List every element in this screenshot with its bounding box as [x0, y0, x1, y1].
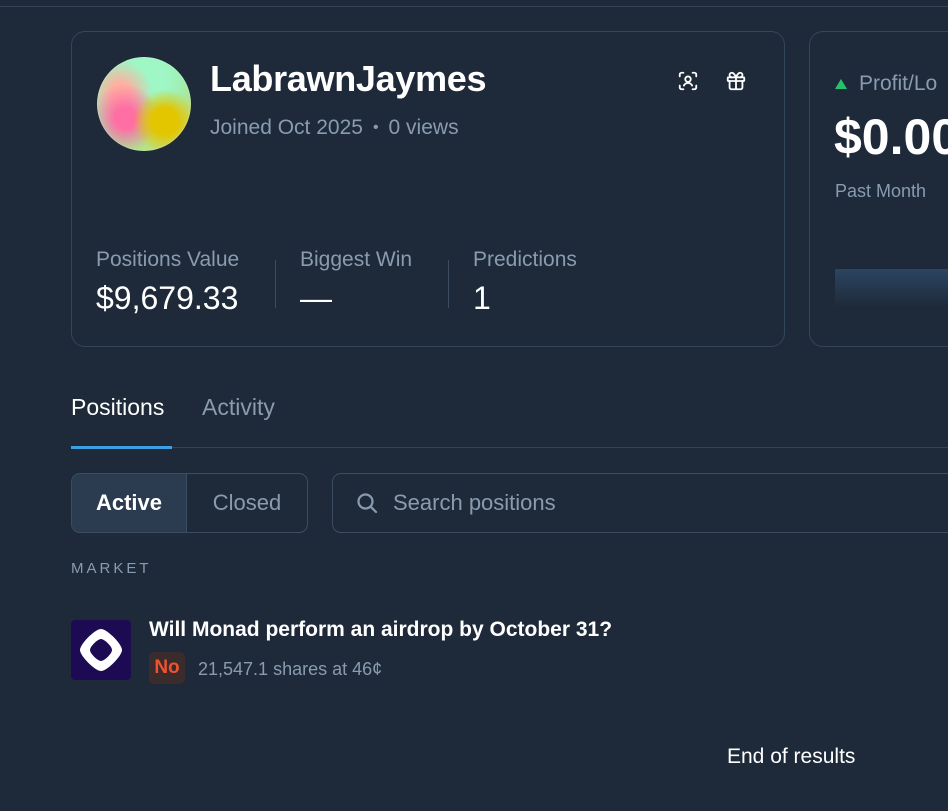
- stat-predictions: Predictions 1: [473, 248, 577, 317]
- pnl-chart-area: [835, 269, 948, 307]
- scan-user-icon[interactable]: [675, 68, 701, 94]
- stat-value: $9,679.33: [96, 280, 239, 316]
- pnl-label: Profit/Lo: [859, 72, 938, 95]
- stat-positions-value: Positions Value $9,679.33: [96, 248, 239, 317]
- search-input[interactable]: [393, 474, 948, 532]
- trend-up-icon: [835, 79, 847, 89]
- avatar: [97, 57, 191, 151]
- filter-closed-button[interactable]: Closed: [187, 474, 307, 532]
- end-of-results: End of results: [727, 745, 856, 768]
- status-filter: Active Closed: [71, 473, 308, 533]
- profile-card: LabrawnJaymes Joined Oct 2025 • 0 views Po…: [71, 31, 785, 347]
- gift-icon[interactable]: [723, 68, 749, 94]
- outcome-badge: No: [149, 652, 185, 684]
- market-title[interactable]: Will Monad perform an airdrop by October…: [149, 618, 612, 642]
- filter-active-button[interactable]: Active: [72, 474, 187, 532]
- search-icon: [355, 491, 379, 515]
- profile-meta: Joined Oct 2025 • 0 views: [210, 116, 459, 140]
- shares-info: 21,547.1 shares at 46¢: [198, 659, 383, 679]
- stat-divider: [275, 260, 276, 308]
- tab-positions[interactable]: Positions: [71, 394, 164, 421]
- stat-biggest-win: Biggest Win —: [300, 248, 412, 317]
- profit-loss-card: Profit/Lo $0.00 Past Month: [809, 31, 948, 347]
- position-row[interactable]: Will Monad perform an airdrop by October…: [71, 618, 931, 688]
- stat-value: 1: [473, 280, 491, 316]
- stat-divider: [448, 260, 449, 308]
- pnl-header: Profit/Lo: [835, 72, 937, 96]
- market-column-header: MARKET: [71, 560, 152, 577]
- stat-label: Biggest Win: [300, 248, 413, 271]
- username: LabrawnJaymes: [210, 58, 487, 99]
- tab-activity[interactable]: Activity: [202, 394, 275, 421]
- view-count: 0 views: [388, 116, 459, 139]
- active-tab-indicator: [71, 446, 172, 449]
- profile-page: LabrawnJaymes Joined Oct 2025 • 0 views Po…: [0, 0, 948, 811]
- stat-value: —: [300, 280, 332, 316]
- tab-divider: [71, 447, 948, 448]
- stat-label: Positions Value: [96, 248, 240, 271]
- pnl-amount: $0.00: [834, 109, 948, 165]
- monad-logo-icon: [71, 620, 131, 680]
- separator-dot: •: [372, 119, 379, 136]
- joined-date: Joined Oct 2025: [210, 116, 363, 139]
- pnl-period[interactable]: Past Month: [835, 181, 926, 202]
- header-divider: [0, 6, 948, 7]
- stat-label: Predictions: [473, 248, 577, 271]
- search-box: [332, 473, 948, 533]
